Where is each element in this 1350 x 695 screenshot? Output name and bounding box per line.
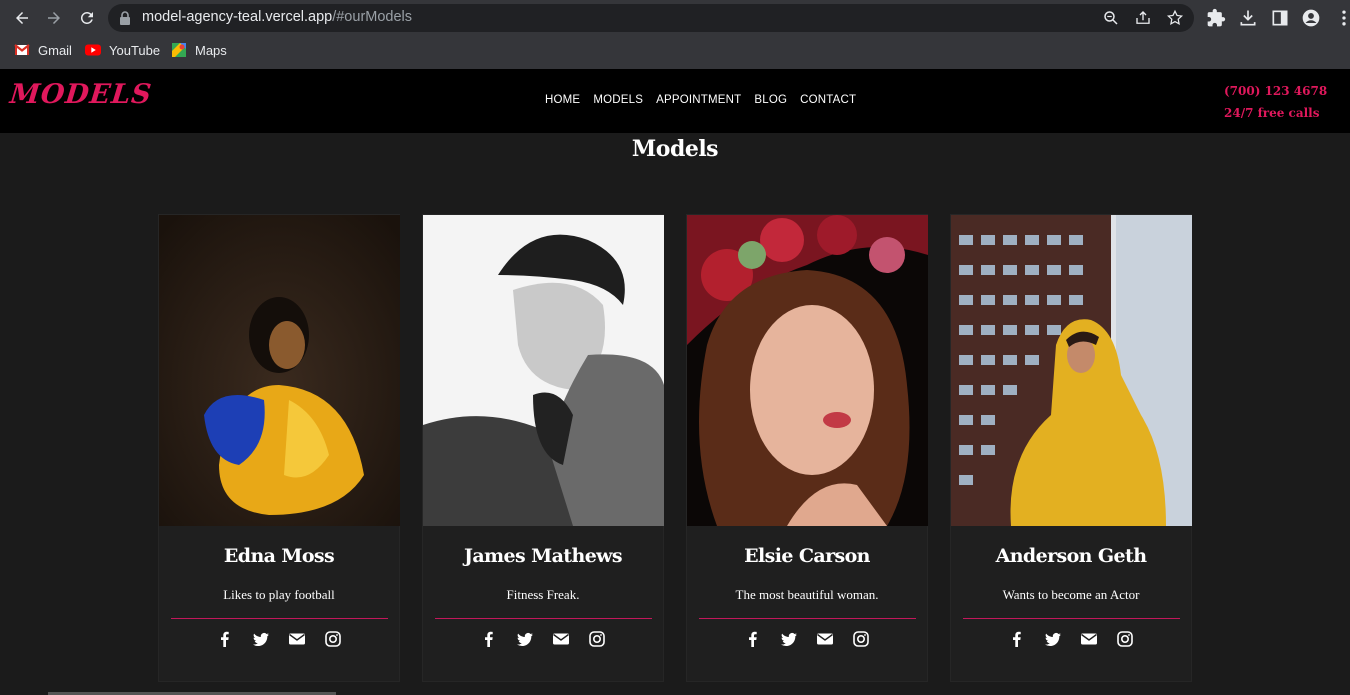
free-calls-text: 24/7 free calls [1224, 106, 1320, 120]
arrow-right-icon [48, 12, 60, 24]
twitter-icon[interactable] [781, 631, 797, 647]
facebook-icon[interactable] [1009, 631, 1025, 647]
nav-models[interactable]: MODELS [593, 94, 643, 106]
gmail-icon [14, 44, 30, 55]
bookmark-gmail[interactable]: Gmail [14, 40, 72, 60]
model-photo [423, 215, 664, 526]
envelope-icon[interactable] [553, 631, 569, 647]
model-photo [951, 215, 1192, 526]
forward-button[interactable] [42, 6, 66, 30]
bookmarks-bar: Gmail YouTube Maps [0, 38, 1350, 62]
social-links [159, 631, 399, 647]
url-host: model-agency-teal.vercel.app [142, 9, 333, 25]
lock-icon [120, 11, 130, 25]
model-card: Anderson Geth Wants to become an Actor [950, 214, 1192, 682]
nav-home[interactable]: HOME [545, 94, 580, 106]
star-icon[interactable] [1166, 9, 1184, 27]
model-description: The most beautiful woman. [735, 587, 879, 602]
extensions-icon[interactable] [1206, 8, 1226, 28]
facebook-icon[interactable] [481, 631, 497, 647]
twitter-icon[interactable] [517, 631, 533, 647]
contact-info: (700) 123 4678 24/7 free calls [1224, 80, 1327, 124]
social-links [423, 631, 663, 647]
model-card: Edna Moss Likes to play football [158, 214, 400, 682]
facebook-icon[interactable] [745, 631, 761, 647]
nav-appointment[interactable]: APPOINTMENT [656, 94, 741, 106]
model-photo [159, 215, 400, 526]
profile-icon[interactable] [1301, 8, 1321, 28]
model-name: Anderson Geth [995, 545, 1147, 567]
site-header: MODELS HOME MODELS APPOINTMENT BLOG CONT… [0, 69, 1350, 133]
phone-number[interactable]: (700) 123 4678 [1224, 80, 1327, 102]
facebook-icon[interactable] [217, 631, 233, 647]
instagram-icon[interactable] [589, 631, 605, 647]
model-photo [687, 215, 928, 526]
model-card: James Mathews Fitness Freak. [422, 214, 664, 682]
instagram-icon[interactable] [853, 631, 869, 647]
bookmark-label: Maps [195, 42, 227, 58]
address-bar[interactable]: model-agency-teal.vercel.app/#ourModels [108, 4, 1194, 32]
maps-icon [172, 43, 186, 57]
instagram-icon[interactable] [325, 631, 341, 647]
nav-blog[interactable]: BLOG [754, 94, 787, 106]
side-panel-icon[interactable] [1270, 8, 1290, 28]
model-description: Likes to play football [223, 587, 335, 602]
twitter-icon[interactable] [253, 631, 269, 647]
zoom-icon[interactable] [1102, 9, 1120, 27]
divider [963, 618, 1180, 619]
share-icon[interactable] [1134, 9, 1152, 27]
nav-contact[interactable]: CONTACT [800, 94, 856, 106]
bookmark-label: Gmail [38, 42, 72, 58]
envelope-icon[interactable] [817, 631, 833, 647]
browser-toolbar: model-agency-teal.vercel.app/#ourModels [0, 0, 1350, 36]
model-name: James Mathews [463, 545, 623, 567]
url-text: model-agency-teal.vercel.app/#ourModels [142, 9, 412, 25]
browser-chrome: model-agency-teal.vercel.app/#ourModels … [0, 0, 1350, 69]
instagram-icon[interactable] [1117, 631, 1133, 647]
reload-icon [80, 11, 93, 24]
envelope-icon[interactable] [1081, 631, 1097, 647]
download-icon[interactable] [1238, 8, 1258, 28]
divider [699, 618, 916, 619]
bookmark-youtube[interactable]: YouTube [85, 40, 160, 60]
model-name: Elsie Carson [744, 545, 870, 567]
model-description: Fitness Freak. [506, 587, 580, 602]
social-links [951, 631, 1191, 647]
bookmark-label: YouTube [109, 42, 161, 58]
url-path: /#ourModels [332, 9, 413, 25]
reload-button[interactable] [75, 6, 99, 30]
main-nav: HOME MODELS APPOINTMENT BLOG CONTACT [545, 94, 856, 106]
twitter-icon[interactable] [1045, 631, 1061, 647]
youtube-icon [85, 44, 101, 56]
menu-dots-icon[interactable] [1334, 8, 1350, 28]
back-button[interactable] [10, 6, 34, 30]
model-description: Wants to become an Actor [1002, 587, 1140, 602]
divider [435, 618, 652, 619]
envelope-icon[interactable] [289, 631, 305, 647]
social-links [687, 631, 927, 647]
model-card: Elsie Carson The most beautiful woman. [686, 214, 928, 682]
section-title: Models [631, 136, 719, 162]
arrow-left-icon [16, 12, 28, 24]
bookmark-maps[interactable]: Maps [171, 40, 227, 60]
divider [171, 618, 388, 619]
site-logo[interactable]: MODELS [8, 79, 153, 110]
model-name: Edna Moss [223, 545, 335, 567]
